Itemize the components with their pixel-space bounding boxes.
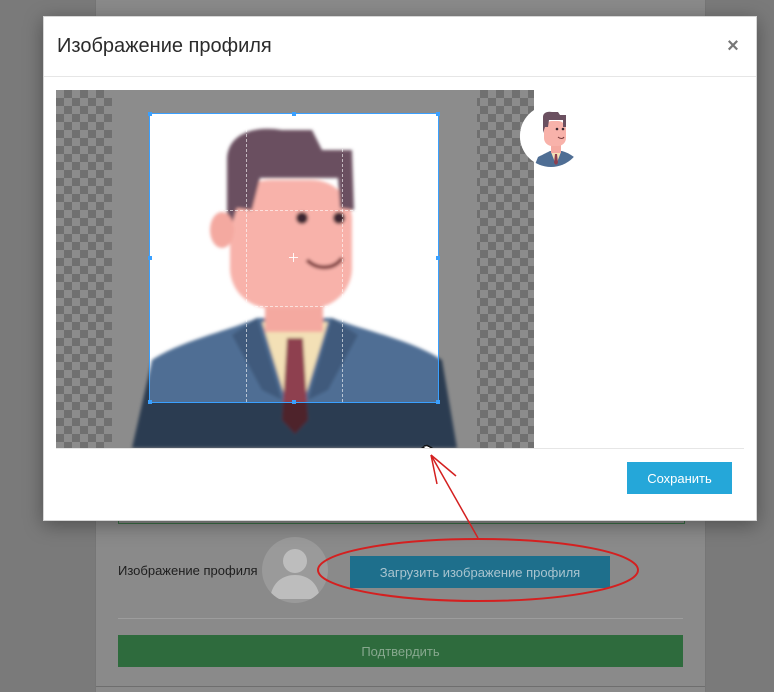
crop-guide-line (342, 114, 343, 402)
crop-selection-box[interactable] (149, 113, 439, 403)
crop-handle-n[interactable] (292, 112, 296, 116)
crop-guide-line (150, 306, 438, 307)
modal-header: Изображение профиля × (44, 17, 756, 77)
crop-handle-e[interactable] (436, 256, 440, 260)
divider (118, 618, 683, 619)
save-button[interactable]: Сохранить (627, 462, 732, 494)
avatar-placeholder (262, 537, 328, 603)
modal-title: Изображение профиля (57, 35, 272, 57)
confirm-button[interactable]: Подтвердить (118, 635, 683, 667)
user-silhouette-icon (270, 549, 320, 599)
close-icon[interactable]: × (724, 35, 742, 57)
modal-divider (56, 448, 744, 449)
crop-guide-line (246, 114, 247, 402)
image-cropper[interactable] (56, 90, 534, 448)
crop-handle-sw[interactable] (148, 400, 152, 404)
crop-handle-nw[interactable] (148, 112, 152, 116)
crop-handle-ne[interactable] (436, 112, 440, 116)
avatar-preview-image (520, 105, 582, 167)
profile-image-label: Изображение профиля (118, 563, 258, 578)
profile-image-modal: Изображение профиля × Сохранить (43, 16, 757, 521)
divider (96, 686, 705, 687)
crop-guide-line (150, 210, 438, 211)
crop-handle-se[interactable] (436, 400, 440, 404)
crop-handle-s[interactable] (292, 400, 296, 404)
crop-center-mark (289, 253, 298, 262)
upload-profile-image-button[interactable]: Загрузить изображение профиля (350, 556, 610, 588)
crop-handle-w[interactable] (148, 256, 152, 260)
avatar-preview (520, 105, 582, 167)
